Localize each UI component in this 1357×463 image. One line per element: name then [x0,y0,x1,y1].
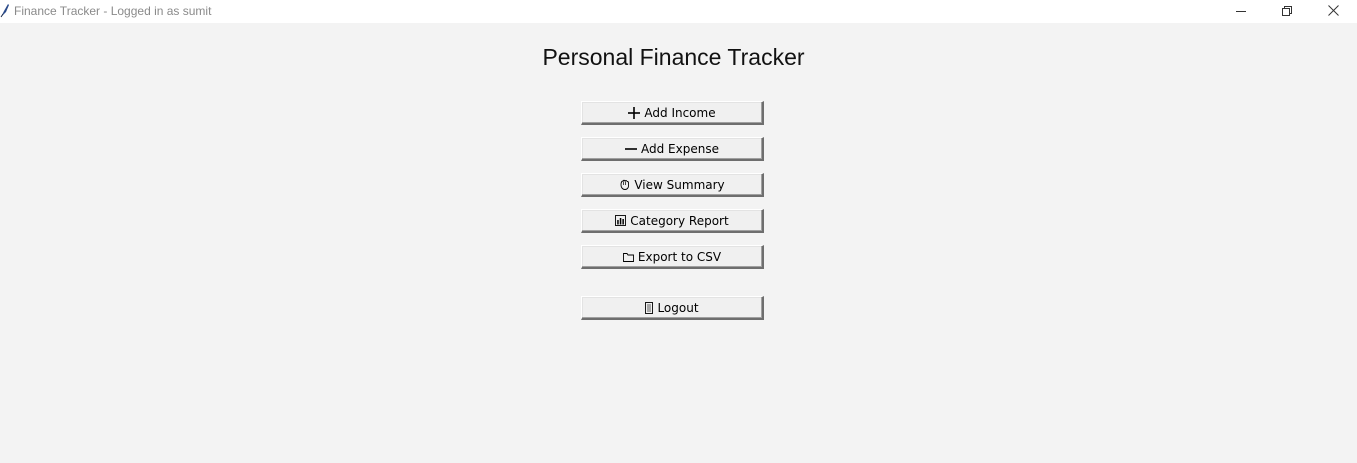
minimize-button[interactable] [1218,0,1264,23]
restore-button[interactable] [1264,0,1310,23]
export-csv-button[interactable]: Export to CSV [581,245,764,269]
add-expense-label: Add Expense [641,141,719,156]
logout-button[interactable]: Logout [581,296,764,320]
folder-icon [622,252,634,262]
door-icon [645,301,654,314]
minus-icon [625,143,637,155]
window-title: Finance Tracker - Logged in as sumit [14,4,212,18]
minimize-icon [1236,3,1246,21]
bar-chart-icon [615,215,627,226]
logout-label: Logout [657,300,699,315]
page-title: Personal Finance Tracker [542,44,805,70]
feather-icon [0,2,10,18]
app-window: Finance Tracker - Logged in as sumit Per… [0,0,1357,463]
hand-icon [619,179,630,190]
view-summary-label: View Summary [634,177,725,192]
export-csv-label: Export to CSV [637,249,722,264]
title-bar[interactable]: Finance Tracker - Logged in as sumit [0,0,1357,23]
add-expense-button[interactable]: Add Expense [581,137,764,161]
restore-icon [1282,3,1292,21]
add-income-label: Add Income [644,105,716,120]
close-icon [1327,3,1339,21]
plus-icon [628,106,641,119]
close-button[interactable] [1310,0,1356,23]
view-summary-button[interactable]: View Summary [581,173,764,197]
category-report-button[interactable]: Category Report [581,209,764,233]
add-income-button[interactable]: Add Income [581,101,764,125]
category-report-label: Category Report [630,213,729,228]
